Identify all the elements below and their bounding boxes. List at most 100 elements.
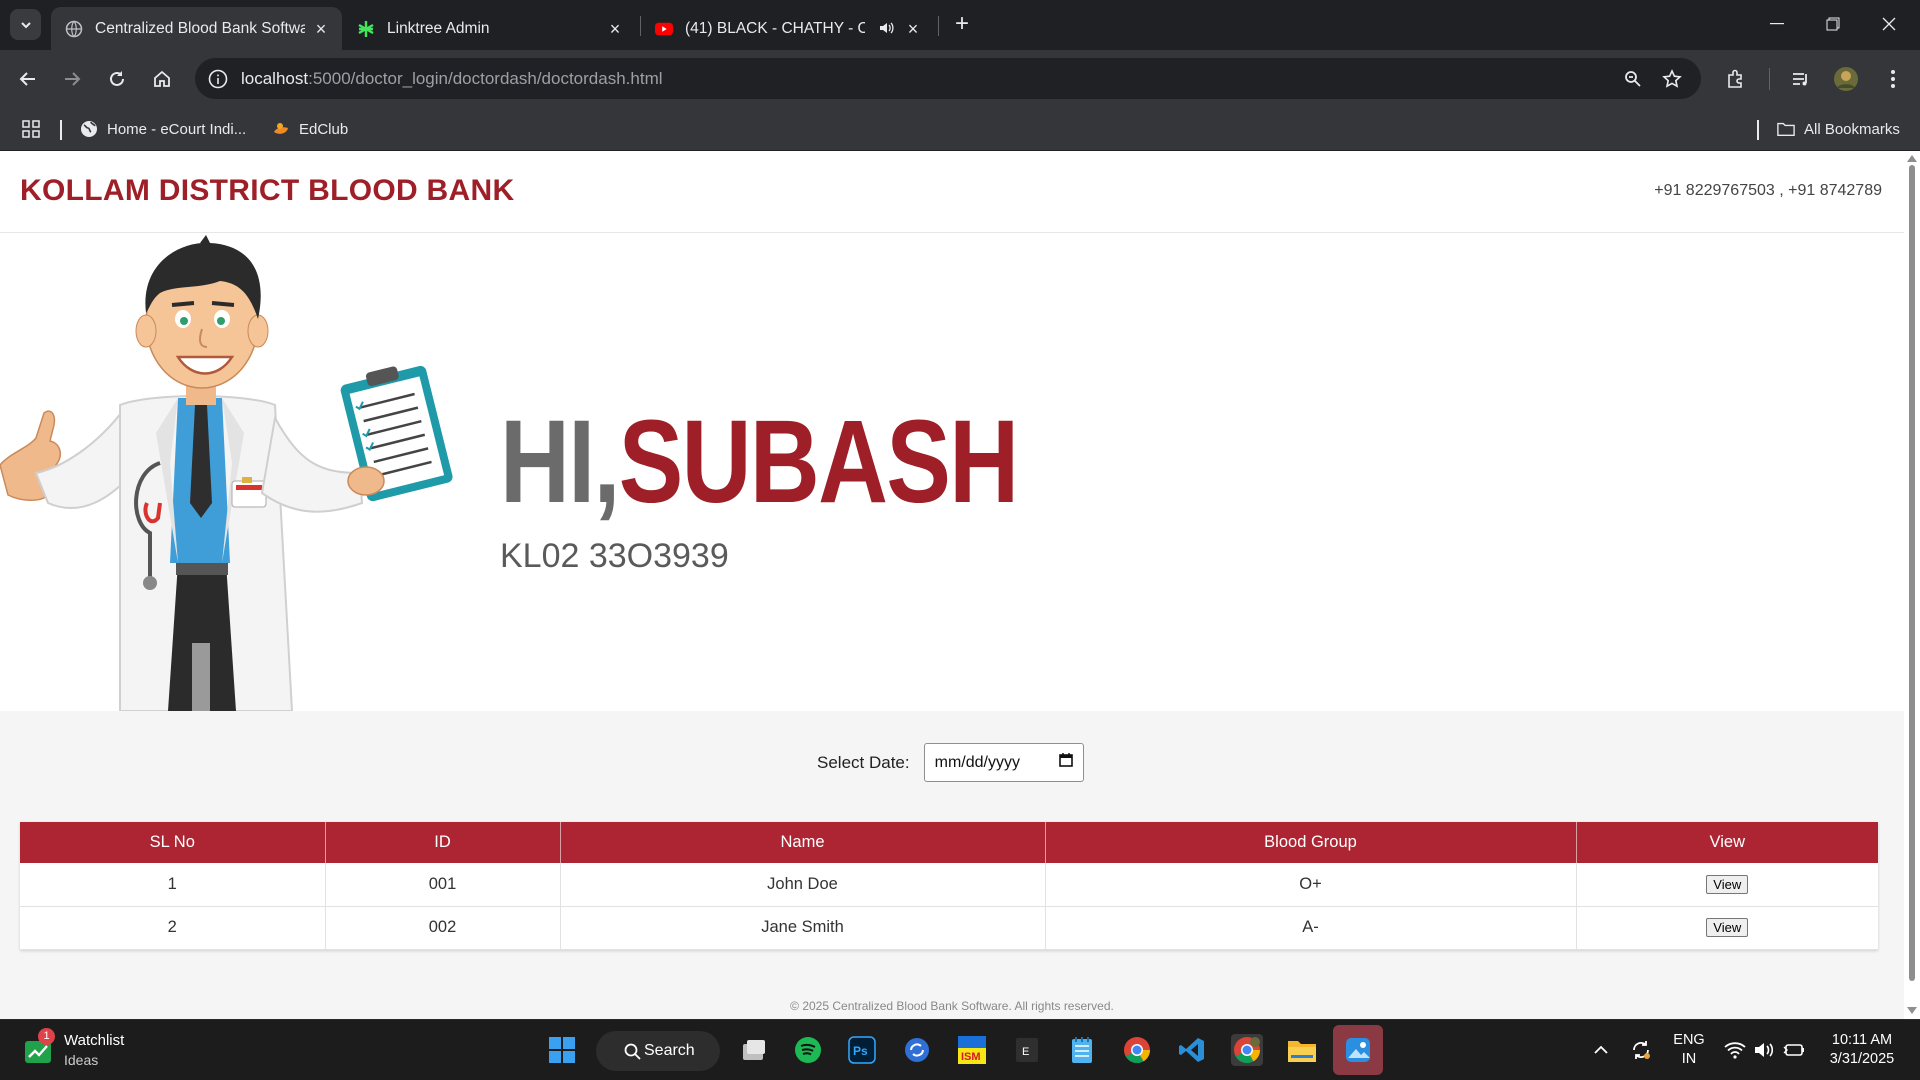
taskbar-search[interactable]: Search <box>596 1031 720 1071</box>
forward-arrow-icon[interactable] <box>58 65 86 93</box>
windows-start-icon[interactable] <box>546 1034 578 1066</box>
media-control-icon[interactable] <box>1787 65 1815 93</box>
date-placeholder: mm/dd/yyyy <box>934 753 1020 771</box>
youtube-icon <box>655 20 673 38</box>
bookmark-star-icon[interactable] <box>1661 68 1683 90</box>
sync-tray-icon[interactable] <box>1625 1034 1657 1066</box>
photos-app-icon[interactable] <box>1333 1025 1383 1075</box>
watchlist-widget[interactable]: 1 Watchlist Ideas <box>24 1028 144 1072</box>
view-button[interactable]: View <box>1706 918 1749 937</box>
greeting: HI,SUBASH <box>500 403 1019 521</box>
clock[interactable]: 10:11 AM 3/31/2025 <box>1812 1031 1912 1069</box>
battery-icon[interactable] <box>1778 1034 1810 1066</box>
tab-title: (41) BLACK - CHATHY - Oru <box>685 19 865 37</box>
close-tab-icon[interactable]: × <box>312 19 330 39</box>
tab-linktree[interactable]: Linktree Admin × <box>343 7 636 50</box>
chevron-up-icon[interactable] <box>1585 1034 1617 1066</box>
site-brand[interactable]: KOLLAM DISTRICT BLOOD BANK <box>20 174 514 208</box>
calendar-icon[interactable] <box>1058 753 1073 772</box>
donor-table: SL No ID Name Blood Group View 1 001 Joh… <box>20 822 1878 950</box>
epic-games-icon[interactable]: E <box>1011 1034 1043 1066</box>
new-tab-button[interactable]: + <box>950 12 974 37</box>
extensions-icon[interactable] <box>1722 65 1750 93</box>
tab-blood-bank[interactable]: Centralized Blood Bank Softwar × <box>51 7 342 50</box>
taskbar: 1 Watchlist Ideas Search Ps ISM E ENG IN… <box>0 1019 1920 1080</box>
close-tab-icon[interactable]: × <box>904 19 922 39</box>
view-button[interactable]: View <box>1706 874 1749 894</box>
home-icon[interactable] <box>148 65 176 93</box>
chrome-profile-icon[interactable] <box>1231 1034 1263 1066</box>
site-info-icon[interactable] <box>207 68 229 90</box>
profile-avatar[interactable] <box>1832 65 1860 93</box>
url-path: :5000/doctor_login/doctordash/doctordash… <box>308 69 663 88</box>
scroll-thumb[interactable] <box>1909 165 1915 981</box>
bookmark-separator <box>1757 120 1759 140</box>
cell-view: View <box>1576 863 1878 907</box>
browser-toolbar: localhost:5000/doctor_login/doctordash/d… <box>0 50 1920 108</box>
svg-text:Ps: Ps <box>853 1044 868 1058</box>
greeting-hi: HI, <box>500 396 620 528</box>
doctor-name: SUBASH <box>618 396 1019 528</box>
tab-youtube[interactable]: (41) BLACK - CHATHY - Oru × <box>641 7 934 50</box>
cisco-ism-icon[interactable]: ISM <box>956 1034 988 1066</box>
reload-icon[interactable] <box>103 65 131 93</box>
more-menu-icon[interactable] <box>1879 65 1907 93</box>
bookmark-edclub[interactable]: EdClub <box>272 118 348 140</box>
svg-text:E: E <box>1022 1046 1029 1058</box>
spotify-icon[interactable] <box>792 1034 824 1066</box>
minimize-icon[interactable] <box>1765 12 1789 36</box>
bookmark-ecourt[interactable]: Home - eCourt Indi... <box>80 118 246 140</box>
url-text[interactable]: localhost:5000/doctor_login/doctordash/d… <box>241 69 663 89</box>
tab-strip: Centralized Blood Bank Softwar × Linktre… <box>0 0 1920 50</box>
apps-grid-icon[interactable] <box>22 118 40 140</box>
cell-blood-group: A- <box>1045 906 1577 950</box>
region-code: IN <box>1681 1051 1697 1067</box>
task-view-icon[interactable] <box>738 1034 770 1066</box>
close-window-icon[interactable] <box>1877 12 1901 36</box>
date-filter: Select Date: mm/dd/yyyy <box>817 743 1084 782</box>
table-header-row: SL No ID Name Blood Group View <box>20 822 1878 863</box>
cell-view: View <box>1576 906 1878 950</box>
address-bar[interactable]: localhost:5000/doctor_login/doctordash/d… <box>195 58 1701 99</box>
page-footer: © 2025 Centralized Blood Bank Software. … <box>790 999 1114 1013</box>
close-tab-icon[interactable]: × <box>606 19 624 39</box>
notepad-icon[interactable] <box>1066 1034 1098 1066</box>
header-id: ID <box>325 822 561 863</box>
language-indicator[interactable]: ENG IN <box>1671 1031 1707 1069</box>
scroll-up-icon[interactable] <box>1907 155 1917 162</box>
chrome-icon[interactable] <box>1121 1034 1153 1066</box>
wifi-icon[interactable] <box>1719 1034 1751 1066</box>
contact-phones: +91 8229767503 , +91 8742789 <box>1654 182 1882 199</box>
zoom-icon[interactable] <box>1622 68 1644 90</box>
file-explorer-icon[interactable] <box>1286 1034 1318 1066</box>
cell-name: Jane Smith <box>560 906 1046 950</box>
search-label: Search <box>644 1042 695 1059</box>
table-row: 1 001 John Doe O+ View <box>20 863 1878 907</box>
cell-sl-no: 1 <box>20 863 326 907</box>
restore-icon[interactable] <box>1821 12 1845 36</box>
widget-subtitle: Ideas <box>64 1052 99 1068</box>
records-section: Select Date: mm/dd/yyyy SL No ID Name Bl… <box>0 711 1904 1019</box>
web-page: KOLLAM DISTRICT BLOOD BANK +91 822976750… <box>0 151 1904 1019</box>
linktree-icon <box>357 20 375 38</box>
speaker-icon[interactable] <box>878 20 894 41</box>
clock-time: 10:11 AM <box>1831 1032 1893 1048</box>
hero-section: HI,SUBASH KL02 33O3939 <box>0 233 1904 711</box>
date-input[interactable]: mm/dd/yyyy <box>923 743 1084 782</box>
vscode-icon[interactable] <box>1176 1034 1208 1066</box>
language-code: ENG <box>1673 1032 1705 1048</box>
clock-date: 3/31/2025 <box>1829 1051 1895 1067</box>
sync-app-icon[interactable] <box>901 1034 933 1066</box>
header-view: View <box>1576 822 1878 863</box>
page-scrollbar[interactable] <box>1904 151 1920 1019</box>
volume-icon[interactable] <box>1748 1034 1780 1066</box>
table-row: 2 002 Jane Smith A- View <box>20 906 1878 950</box>
edclub-icon <box>272 120 290 138</box>
cell-name: John Doe <box>560 863 1046 907</box>
back-arrow-icon[interactable] <box>14 65 42 93</box>
tab-search-button[interactable] <box>10 9 41 40</box>
all-bookmarks[interactable]: All Bookmarks <box>1777 118 1900 140</box>
photoshop-icon[interactable]: Ps <box>846 1034 878 1066</box>
scroll-down-icon[interactable] <box>1907 1007 1917 1014</box>
cell-id: 001 <box>325 863 561 907</box>
